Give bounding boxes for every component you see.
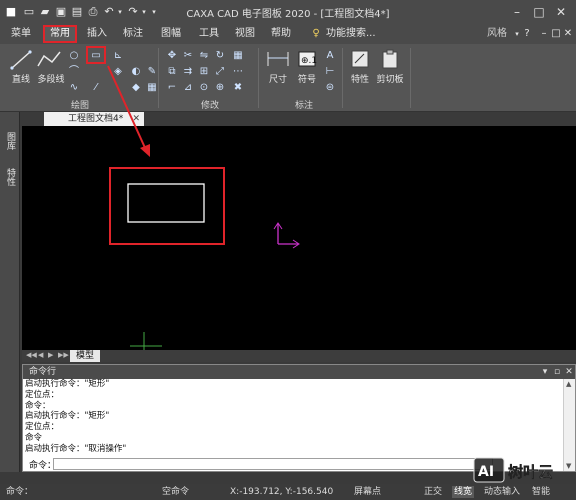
command-line: 命令： <box>25 400 51 411</box>
smart-snap-toggle[interactable]: 智能 <box>532 486 550 498</box>
ortho-toggle[interactable]: 正交 <box>424 486 442 498</box>
svg-text:AI: AI <box>478 464 494 480</box>
snap-mode-toggle[interactable]: 屏幕点 <box>354 486 381 498</box>
prev-tab-icon[interactable]: ◀ <box>38 351 43 359</box>
status-mode: 空命令 <box>162 487 190 497</box>
status-coordinates: X:-193.712, Y:-156.540 <box>230 487 334 497</box>
command-line: 定位点： <box>25 422 60 433</box>
command-line: 启动执行命令："取消操作" <box>25 443 127 454</box>
close-panel-icon[interactable]: ✕ <box>563 365 575 379</box>
pin-icon[interactable]: ▾ <box>539 365 551 379</box>
dynamic-input-toggle[interactable]: 动态输入 <box>484 486 520 498</box>
first-tab-icon[interactable]: ◀◀ <box>26 351 37 359</box>
layout-tab-bar: ◀◀ ◀ ▶ ▶▶ 模型 <box>22 350 576 362</box>
last-tab-icon[interactable]: ▶▶ <box>58 351 69 359</box>
command-history: 启动执行命令："矩形" 定位点： 命令： 启动执行命令："矩形" 定位点： 命令… <box>25 379 555 455</box>
command-input[interactable] <box>53 458 493 470</box>
command-line: 定位点： <box>25 389 60 400</box>
command-window-title: 命令行 <box>29 367 57 377</box>
command-prompt-label: 命令： <box>29 461 57 471</box>
status-command: 命令： <box>6 487 34 497</box>
tab-model[interactable]: 模型 <box>70 350 100 362</box>
command-line: 命令 <box>25 432 43 443</box>
watermark-graphic: AI 树叶云 <box>473 457 553 483</box>
cad-app-window: ■ ▭ ▰ ▣ ▤ ⎙ ↶ ▾ ↷ ▾ ▾ CAXA CAD 电子图板 2020… <box>0 0 576 500</box>
scroll-up-icon[interactable]: ▲ <box>566 380 571 388</box>
float-icon[interactable]: ▫ <box>551 365 563 379</box>
watermark-logo: AI 树叶云 <box>470 456 576 484</box>
linewidth-toggle[interactable]: 线宽 <box>452 486 475 498</box>
command-line: 启动执行命令："矩形" <box>25 411 110 422</box>
command-line: 启动执行命令："矩形" <box>25 379 110 389</box>
command-window-header: 命令行 ▾ ▫ ✕ <box>23 365 575 379</box>
watermark-text: 树叶云 <box>508 463 553 481</box>
next-tab-icon[interactable]: ▶ <box>48 351 53 359</box>
status-bar: 命令： 空命令 X:-193.712, Y:-156.540 屏幕点 正交 线宽… <box>0 484 576 500</box>
